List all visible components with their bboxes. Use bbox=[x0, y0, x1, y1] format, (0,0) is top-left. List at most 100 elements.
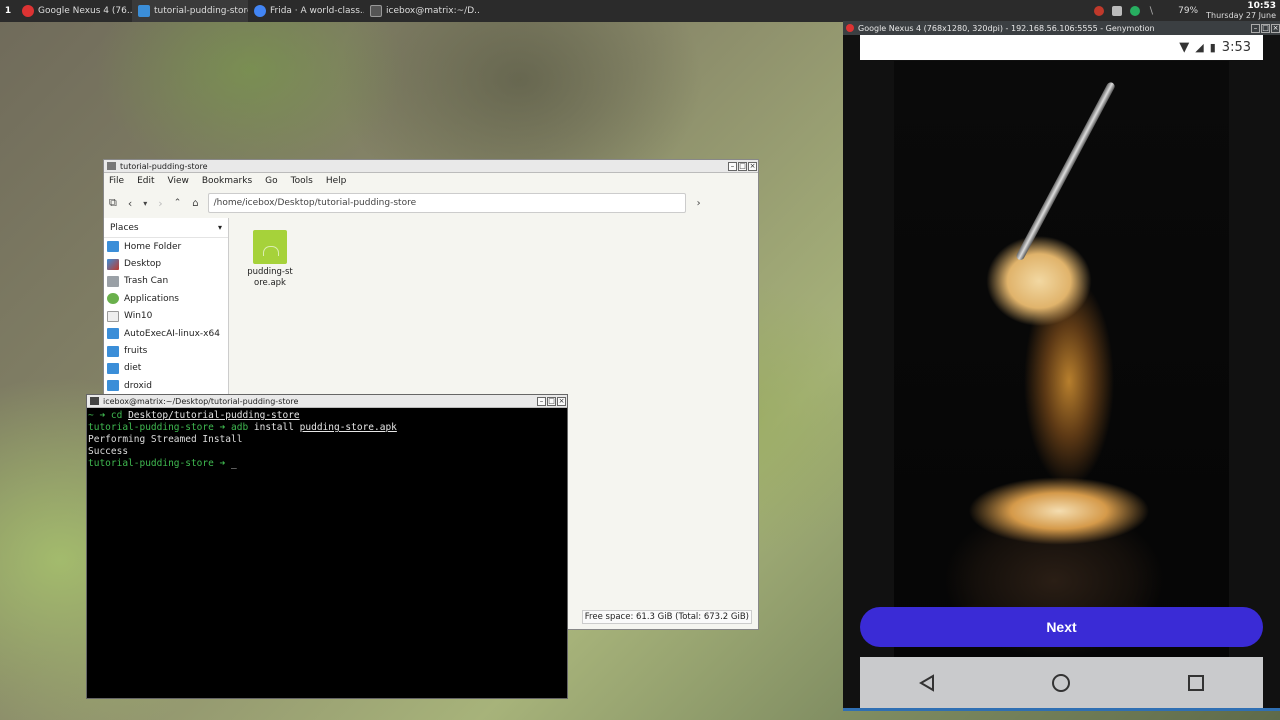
terminal-icon bbox=[370, 5, 382, 17]
recents-icon[interactable] bbox=[1176, 668, 1216, 698]
task-label: tutorial-pudding-store bbox=[154, 6, 248, 16]
places-header[interactable]: Places ▾ bbox=[104, 218, 228, 238]
prompt: ~ ➜ bbox=[88, 410, 111, 421]
minimize-button[interactable]: – bbox=[728, 161, 737, 171]
go-icon[interactable]: › bbox=[697, 198, 701, 209]
close-button[interactable]: × bbox=[748, 161, 757, 171]
terminal-icon bbox=[90, 397, 99, 405]
folder-icon bbox=[107, 345, 119, 357]
toolbar: ⧉ ‹ ▾ › ⌃ ⌂ /home/icebox/Desktop/tutoria… bbox=[104, 189, 758, 217]
minimize-button[interactable]: – bbox=[1251, 23, 1260, 33]
spoon-shape bbox=[1015, 81, 1117, 262]
up-icon[interactable]: ⌃ bbox=[174, 198, 182, 208]
new-tab-icon[interactable]: ⧉ bbox=[109, 196, 117, 210]
clock-date: Thursday 27 June bbox=[1206, 11, 1276, 20]
minimize-button[interactable]: – bbox=[537, 396, 546, 406]
sidebar-item-label: Home Folder bbox=[124, 241, 182, 252]
window-titlebar[interactable]: tutorial-pudding-store – □ × bbox=[104, 160, 758, 173]
task-browser[interactable]: Frida · A world-class... bbox=[248, 0, 364, 22]
menu-bookmarks[interactable]: Bookmarks bbox=[202, 176, 252, 186]
terminal-line: Success bbox=[88, 446, 129, 457]
terminal-line: Performing Streamed Install bbox=[88, 434, 243, 445]
menu-file[interactable]: File bbox=[109, 176, 124, 186]
sidebar-item-label: droxid bbox=[124, 380, 152, 391]
pudding-image bbox=[894, 61, 1229, 657]
sidebar-item-label: Desktop bbox=[124, 259, 162, 270]
window-title: icebox@matrix:~/Desktop/tutorial-pudding… bbox=[103, 396, 299, 406]
wifi-icon: ▼ bbox=[1179, 40, 1190, 55]
status-time: 3:53 bbox=[1221, 40, 1251, 55]
chevron-down-icon[interactable]: ▾ bbox=[218, 223, 222, 232]
back-icon[interactable]: ‹ bbox=[128, 197, 132, 210]
close-button[interactable]: × bbox=[557, 396, 566, 406]
desktop-icon bbox=[107, 258, 119, 270]
task-genymotion[interactable]: Google Nexus 4 (76... bbox=[16, 0, 132, 22]
sidebar-item-diet[interactable]: diet bbox=[104, 360, 228, 377]
sidebar-item-trash[interactable]: Trash Can bbox=[104, 273, 228, 290]
folder-icon bbox=[107, 380, 119, 392]
prompt: tutorial-pudding-store ➜ bbox=[88, 458, 231, 469]
menu-help[interactable]: Help bbox=[326, 176, 347, 186]
history-dropdown-icon[interactable]: ▾ bbox=[143, 199, 147, 208]
taskbar: 1 Google Nexus 4 (76... tutorial-pudding… bbox=[0, 0, 1280, 22]
command: cd bbox=[110, 410, 129, 421]
folder-icon bbox=[138, 5, 150, 17]
sidebar-item-droxid[interactable]: droxid bbox=[104, 377, 228, 394]
clock[interactable]: 10:53 Thursday 27 June bbox=[1206, 1, 1276, 21]
terminal-output[interactable]: ~ ➜ cd Desktop/tutorial-pudding-store tu… bbox=[87, 408, 567, 472]
back-icon[interactable] bbox=[907, 668, 947, 698]
file-item[interactable]: pudding-store.apk bbox=[246, 230, 294, 289]
task-label: Google Nexus 4 (76... bbox=[38, 6, 132, 16]
android-status-bar: ▼ ◢ ▮ 3:53 bbox=[860, 35, 1263, 60]
sidebar-item-applications[interactable]: Applications bbox=[104, 290, 228, 307]
maximize-button[interactable]: □ bbox=[1261, 23, 1270, 33]
menu-tools[interactable]: Tools bbox=[291, 176, 313, 186]
record-icon[interactable] bbox=[1093, 6, 1104, 16]
sidebar-item-fruits[interactable]: fruits bbox=[104, 342, 228, 359]
home-icon[interactable] bbox=[1041, 668, 1081, 698]
prompt: tutorial-pudding-store ➜ bbox=[88, 422, 231, 433]
battery-icon: ▮ bbox=[1209, 41, 1216, 54]
system-tray: ∖ 79% 10:53 Thursday 27 June bbox=[1093, 0, 1280, 22]
command-argument: Desktop/tutorial-pudding-store bbox=[128, 410, 300, 421]
forward-icon[interactable]: › bbox=[158, 197, 162, 210]
window-titlebar[interactable]: Google Nexus 4 (768x1280, 320dpi) - 192.… bbox=[843, 21, 1280, 35]
close-button[interactable]: × bbox=[1271, 23, 1280, 33]
sidebar-item-label: diet bbox=[124, 363, 142, 374]
menu-view[interactable]: View bbox=[168, 176, 189, 186]
clock-time: 10:53 bbox=[1247, 1, 1276, 11]
sidebar-item-win10[interactable]: Win10 bbox=[104, 308, 228, 325]
check-icon[interactable] bbox=[1129, 6, 1140, 16]
places-label: Places bbox=[110, 222, 139, 233]
home-folder-icon bbox=[107, 241, 119, 253]
free-space-status: Free space: 61.3 GiB (Total: 673.2 GiB) bbox=[581, 610, 752, 624]
sidebar-item-autoexecai[interactable]: AutoExecAI-linux-x64 bbox=[104, 325, 228, 342]
maximize-button[interactable]: □ bbox=[738, 161, 747, 171]
android-nav-bar bbox=[860, 657, 1263, 709]
window-border bbox=[843, 708, 1280, 711]
task-terminal[interactable]: icebox@matrix:~/D... bbox=[364, 0, 480, 22]
trash-icon bbox=[107, 275, 119, 287]
menu-edit[interactable]: Edit bbox=[137, 176, 154, 186]
next-button[interactable]: Next bbox=[860, 607, 1263, 647]
address-bar[interactable]: /home/icebox/Desktop/tutorial-pudding-st… bbox=[207, 193, 686, 213]
folder-icon bbox=[107, 328, 119, 340]
window-title: Google Nexus 4 (768x1280, 320dpi) - 192.… bbox=[858, 23, 1155, 33]
home-icon[interactable]: ⌂ bbox=[192, 198, 198, 209]
sidebar-item-desktop[interactable]: Desktop bbox=[104, 255, 228, 272]
battery-level[interactable]: 79% bbox=[1178, 6, 1198, 16]
genymotion-icon bbox=[22, 5, 34, 17]
task-label: icebox@matrix:~/D... bbox=[386, 6, 480, 16]
clipboard-icon[interactable] bbox=[1111, 6, 1122, 16]
maximize-button[interactable]: □ bbox=[547, 396, 556, 406]
folder-icon bbox=[107, 162, 116, 170]
task-file-manager[interactable]: tutorial-pudding-store bbox=[132, 0, 248, 22]
menu-go[interactable]: Go bbox=[265, 176, 277, 186]
terminal-line: tutorial-pudding-store ➜ adb install pud… bbox=[88, 422, 566, 434]
workspace-indicator[interactable]: 1 bbox=[0, 6, 16, 16]
signal-icon: ◢ bbox=[1195, 41, 1204, 54]
network-icon[interactable]: ∖ bbox=[1148, 6, 1154, 17]
window-titlebar[interactable]: icebox@matrix:~/Desktop/tutorial-pudding… bbox=[87, 395, 567, 408]
sidebar-item-home[interactable]: Home Folder bbox=[104, 238, 228, 255]
menubar: File Edit View Bookmarks Go Tools Help bbox=[104, 173, 758, 189]
